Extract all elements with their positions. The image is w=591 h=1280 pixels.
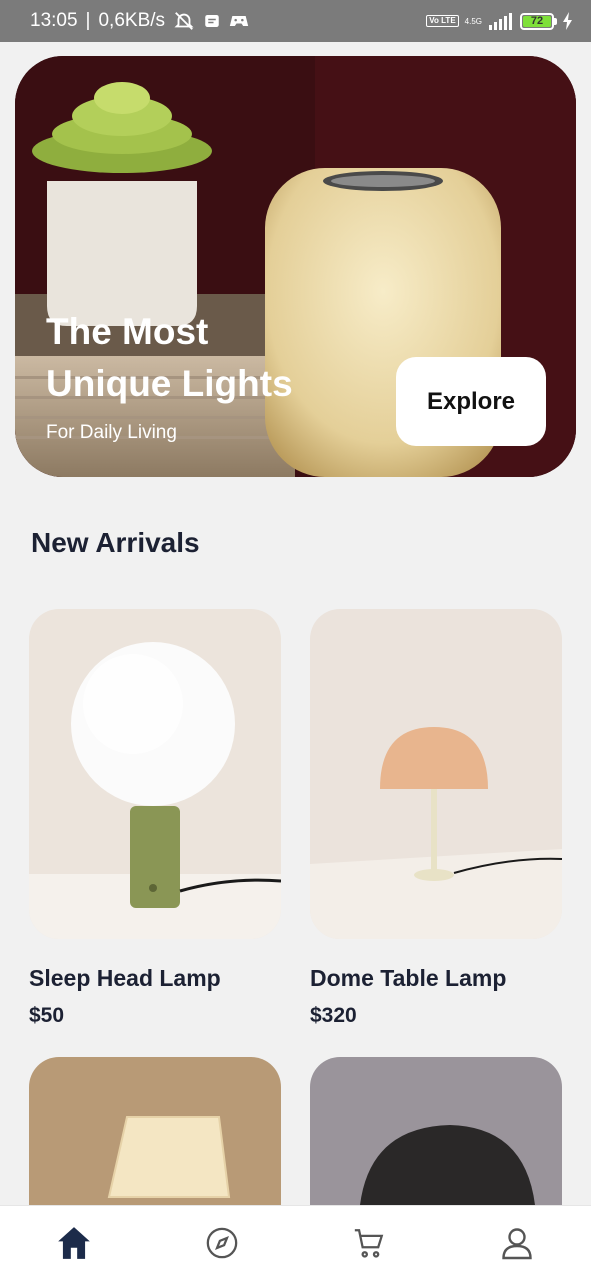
mute-bell-icon [173, 10, 195, 32]
hero-banner: The Most Unique Lights For Daily Living … [15, 56, 576, 477]
bottom-nav [0, 1205, 591, 1280]
explore-icon [206, 1227, 237, 1259]
status-net-speed: 0,6KB/s [98, 10, 166, 31]
status-time: 13:05 [30, 10, 78, 31]
lamp-image-sleep-head [29, 609, 281, 939]
section-title: New Arrivals [31, 527, 200, 558]
product-image[interactable] [29, 1057, 281, 1205]
charging-icon [563, 12, 573, 30]
signal-icon [488, 12, 514, 30]
product-price: $320 [310, 1004, 357, 1027]
lamp-image-dark-dome [310, 1057, 562, 1205]
battery-icon: 72 [520, 12, 557, 30]
status-bar: 13:05 | 0,6KB/s Vo LTE 4.5G 72 [0, 0, 591, 42]
product-price: $50 [29, 1004, 65, 1027]
home-icon [58, 1227, 90, 1259]
nav-cart[interactable] [339, 1213, 399, 1273]
nav-home[interactable] [44, 1213, 104, 1273]
product-image[interactable] [310, 609, 562, 939]
status-separator: | [85, 10, 91, 31]
product-card[interactable] [29, 1057, 281, 1205]
nav-explore[interactable] [192, 1213, 252, 1273]
lamp-image-dome-table [310, 609, 562, 939]
game-icon [229, 12, 249, 30]
lamp-image-linen-shade [29, 1057, 281, 1205]
hero-title: The Most Unique Lights [46, 311, 293, 404]
status-left: 13:05 | 0,6KB/s [30, 10, 249, 32]
product-name[interactable]: Sleep Head Lamp [29, 965, 281, 992]
volte-badge: Vo LTE [426, 15, 459, 27]
nav-profile[interactable] [487, 1213, 547, 1273]
product-card[interactable]: Sleep Head Lamp $50 [29, 609, 281, 1028]
message-icon [203, 12, 221, 30]
battery-level: 72 [523, 15, 551, 27]
cart-icon [355, 1229, 384, 1258]
product-card[interactable] [310, 1057, 562, 1205]
network-type: 4.5G [464, 16, 482, 26]
status-right: Vo LTE 4.5G 72 [426, 12, 573, 30]
explore-button[interactable]: Explore [396, 357, 546, 446]
product-image[interactable] [310, 1057, 562, 1205]
hero-subtitle: For Daily Living [46, 422, 177, 443]
profile-icon [502, 1228, 532, 1260]
product-name[interactable]: Dome Table Lamp [310, 965, 562, 992]
product-card[interactable]: Dome Table Lamp $320 [310, 609, 562, 1028]
product-image[interactable] [29, 609, 281, 939]
